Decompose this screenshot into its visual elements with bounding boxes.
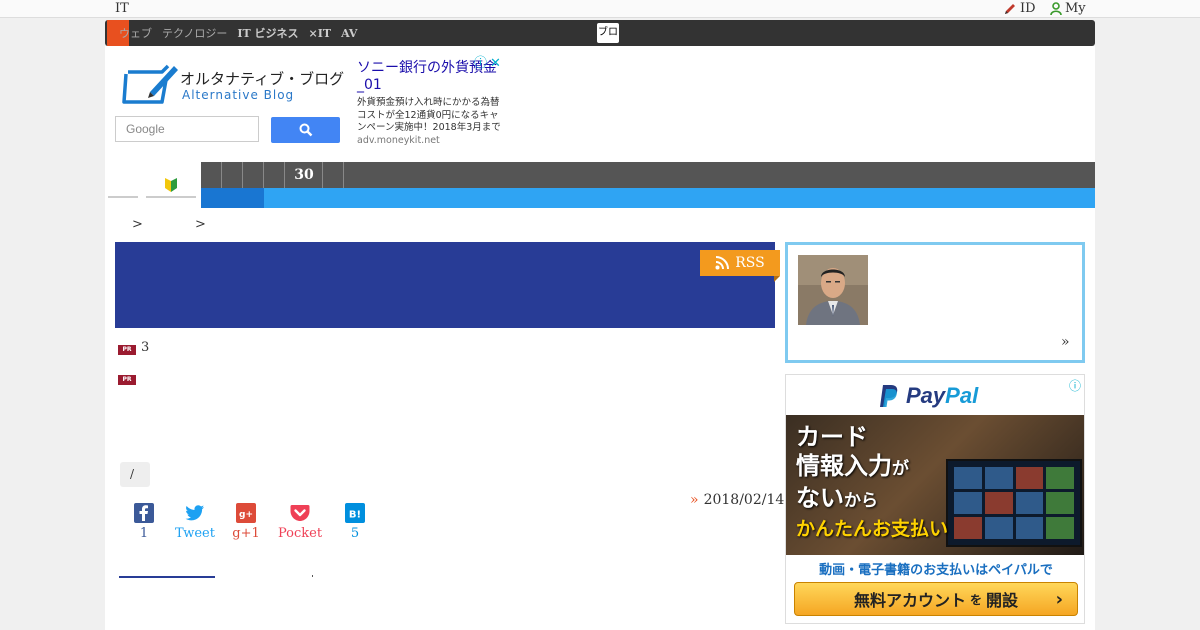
- facebook-icon: [134, 503, 154, 523]
- left-tab-beginner[interactable]: [146, 174, 196, 198]
- left-tab-home[interactable]: [108, 174, 138, 198]
- breadcrumb-separator: >: [132, 217, 143, 232]
- category-nav-item[interactable]: [201, 162, 222, 188]
- beginner-mark-icon: [165, 178, 177, 192]
- logo-en-text: Alternative Blog: [182, 88, 295, 102]
- facebook-count: 1: [139, 526, 149, 541]
- nav-item-tech[interactable]: テクノロジー: [162, 25, 227, 41]
- pr-badge: PR: [118, 375, 136, 385]
- section-underline: [119, 576, 215, 578]
- ad-line-4: かんたんお支払い: [796, 518, 949, 540]
- rss-icon: [715, 256, 730, 270]
- hatena-count: 5: [350, 526, 360, 541]
- cta-text-a: 無料アカウント: [853, 591, 966, 610]
- text-ad-description: 外貨預金預け入れ時にかかる為替コストが全12通貨0円になるキャンペーン実施中！2…: [357, 97, 507, 147]
- section-dot: [312, 575, 313, 577]
- pr-badge: PR: [118, 345, 136, 355]
- author-photo[interactable]: [798, 255, 868, 325]
- ad-info-icon[interactable]: ⓘ: [474, 57, 487, 71]
- logo-jp-text: オルタナティブ・ブログ: [180, 70, 345, 88]
- pr-link[interactable]: 3: [141, 340, 149, 355]
- hatena-bookmark-icon: B!: [345, 503, 365, 523]
- tweet-label: Tweet: [175, 526, 215, 541]
- category-nav-30[interactable]: 30: [285, 162, 323, 188]
- user-icon: [1050, 1, 1062, 15]
- nav-item-blog-active[interactable]: ブログ: [597, 23, 619, 43]
- ad-line-3a: ない: [796, 484, 844, 512]
- chevron-right-icon: ›: [1055, 589, 1063, 610]
- nav-item-it-business[interactable]: IT ビジネス: [237, 25, 298, 41]
- search-input[interactable]: Google: [115, 116, 259, 142]
- text-ad[interactable]: ソニー銀行の外貨預金_01 外貨預金預け入れ時にかかる為替コストが全12通貨0円…: [357, 60, 507, 147]
- top-bar: IT ID My: [0, 0, 1200, 18]
- paypal-p-icon: [880, 385, 898, 407]
- date-marker: »: [690, 492, 699, 508]
- nav-item-web[interactable]: ウェブ: [119, 25, 152, 41]
- pencil-icon: [1005, 3, 1015, 14]
- category-nav-item[interactable]: [264, 162, 285, 188]
- ad-headline: カード 情報入力が ないから かんたんお支払い: [796, 423, 948, 542]
- login-id-link[interactable]: ID: [1003, 0, 1036, 17]
- paypal-ad-banner[interactable]: ⓘ PayPal カード 情報入力が ないから かんたんお支払い 動画・電子書籍…: [785, 374, 1085, 624]
- google-plus-icon: g+: [236, 503, 256, 523]
- search-icon: [299, 123, 312, 137]
- svg-text:g+: g+: [239, 510, 253, 520]
- pocket-icon: [290, 503, 310, 523]
- paypal-brand: PayPal: [906, 383, 978, 409]
- nav-item-x-it[interactable]: ×IT: [309, 27, 332, 40]
- tv-screen: [946, 459, 1082, 547]
- text-ad-url: adv.moneykit.net: [357, 134, 440, 146]
- cta-text-c: 開設: [986, 591, 1019, 610]
- login-id-label: ID: [1020, 1, 1036, 16]
- pocket-label: Pocket: [277, 526, 323, 541]
- share-gplus[interactable]: g+ g+1: [216, 503, 276, 541]
- sub-nav: [201, 188, 1095, 208]
- post-date: » 2018/02/14: [690, 492, 784, 508]
- category-tag[interactable]: /: [120, 462, 150, 487]
- ad-subtext: 動画・電子書籍のお支払いはペイパルで: [819, 563, 1053, 578]
- svg-text:B!: B!: [349, 510, 361, 521]
- open-account-button[interactable]: 無料アカウントを開設 ›: [794, 582, 1078, 616]
- category-nav-item[interactable]: [323, 162, 344, 188]
- category-nav: 30: [201, 162, 1095, 188]
- rss-button[interactable]: RSS: [700, 250, 780, 282]
- search-button[interactable]: [271, 117, 340, 143]
- ad-choices: ⓘ ✕: [474, 57, 501, 71]
- profile-more-link[interactable]: »: [1061, 334, 1070, 350]
- breadcrumb-separator: >: [195, 217, 206, 232]
- ad-info-icon[interactable]: ⓘ: [1069, 377, 1081, 394]
- category-nav-item[interactable]: [222, 162, 243, 188]
- sub-nav-selected[interactable]: [201, 188, 264, 208]
- paypal-brand-pay: Pay: [906, 383, 946, 408]
- twitter-icon: [185, 503, 205, 523]
- ad-line-2a: 情報入力: [796, 452, 892, 480]
- rss-label: RSS: [735, 255, 765, 271]
- text-ad-desc-body: 外貨預金預け入れ時にかかる為替コストが全12通貨0円になるキャンペーン実施中！2…: [357, 97, 501, 133]
- category-nav-item[interactable]: [243, 162, 264, 188]
- share-pocket[interactable]: Pocket: [270, 503, 330, 541]
- logo-mark-icon: [122, 64, 178, 104]
- my-page-label: My: [1065, 1, 1086, 16]
- share-hatena[interactable]: B! 5: [325, 503, 385, 541]
- post-date-value: 2018/02/14: [703, 492, 785, 508]
- global-nav-items: ウェブ テクノロジー IT ビジネス ×IT AV: [119, 20, 357, 46]
- paypal-brand-pal: Pal: [945, 383, 979, 408]
- site-logo[interactable]: オルタナティブ・ブログ Alternative Blog: [122, 62, 344, 106]
- ad-line-1: カード: [796, 423, 868, 451]
- ad-line-3b: から: [844, 491, 878, 511]
- ad-close-icon[interactable]: ✕: [490, 57, 501, 71]
- ad-line-2b: が: [892, 459, 909, 479]
- my-page-link[interactable]: My: [1050, 0, 1086, 17]
- top-bar-it-link[interactable]: IT: [115, 0, 129, 17]
- cta-text-b: を: [969, 592, 982, 607]
- blog-header-banner[interactable]: [115, 242, 775, 328]
- paypal-logo: PayPal: [878, 383, 978, 409]
- gplus-label: g+1: [232, 526, 260, 541]
- global-nav: ウェブ テクノロジー IT ビジネス ×IT AV ブログ: [105, 20, 1095, 46]
- nav-item-av[interactable]: AV: [341, 27, 357, 40]
